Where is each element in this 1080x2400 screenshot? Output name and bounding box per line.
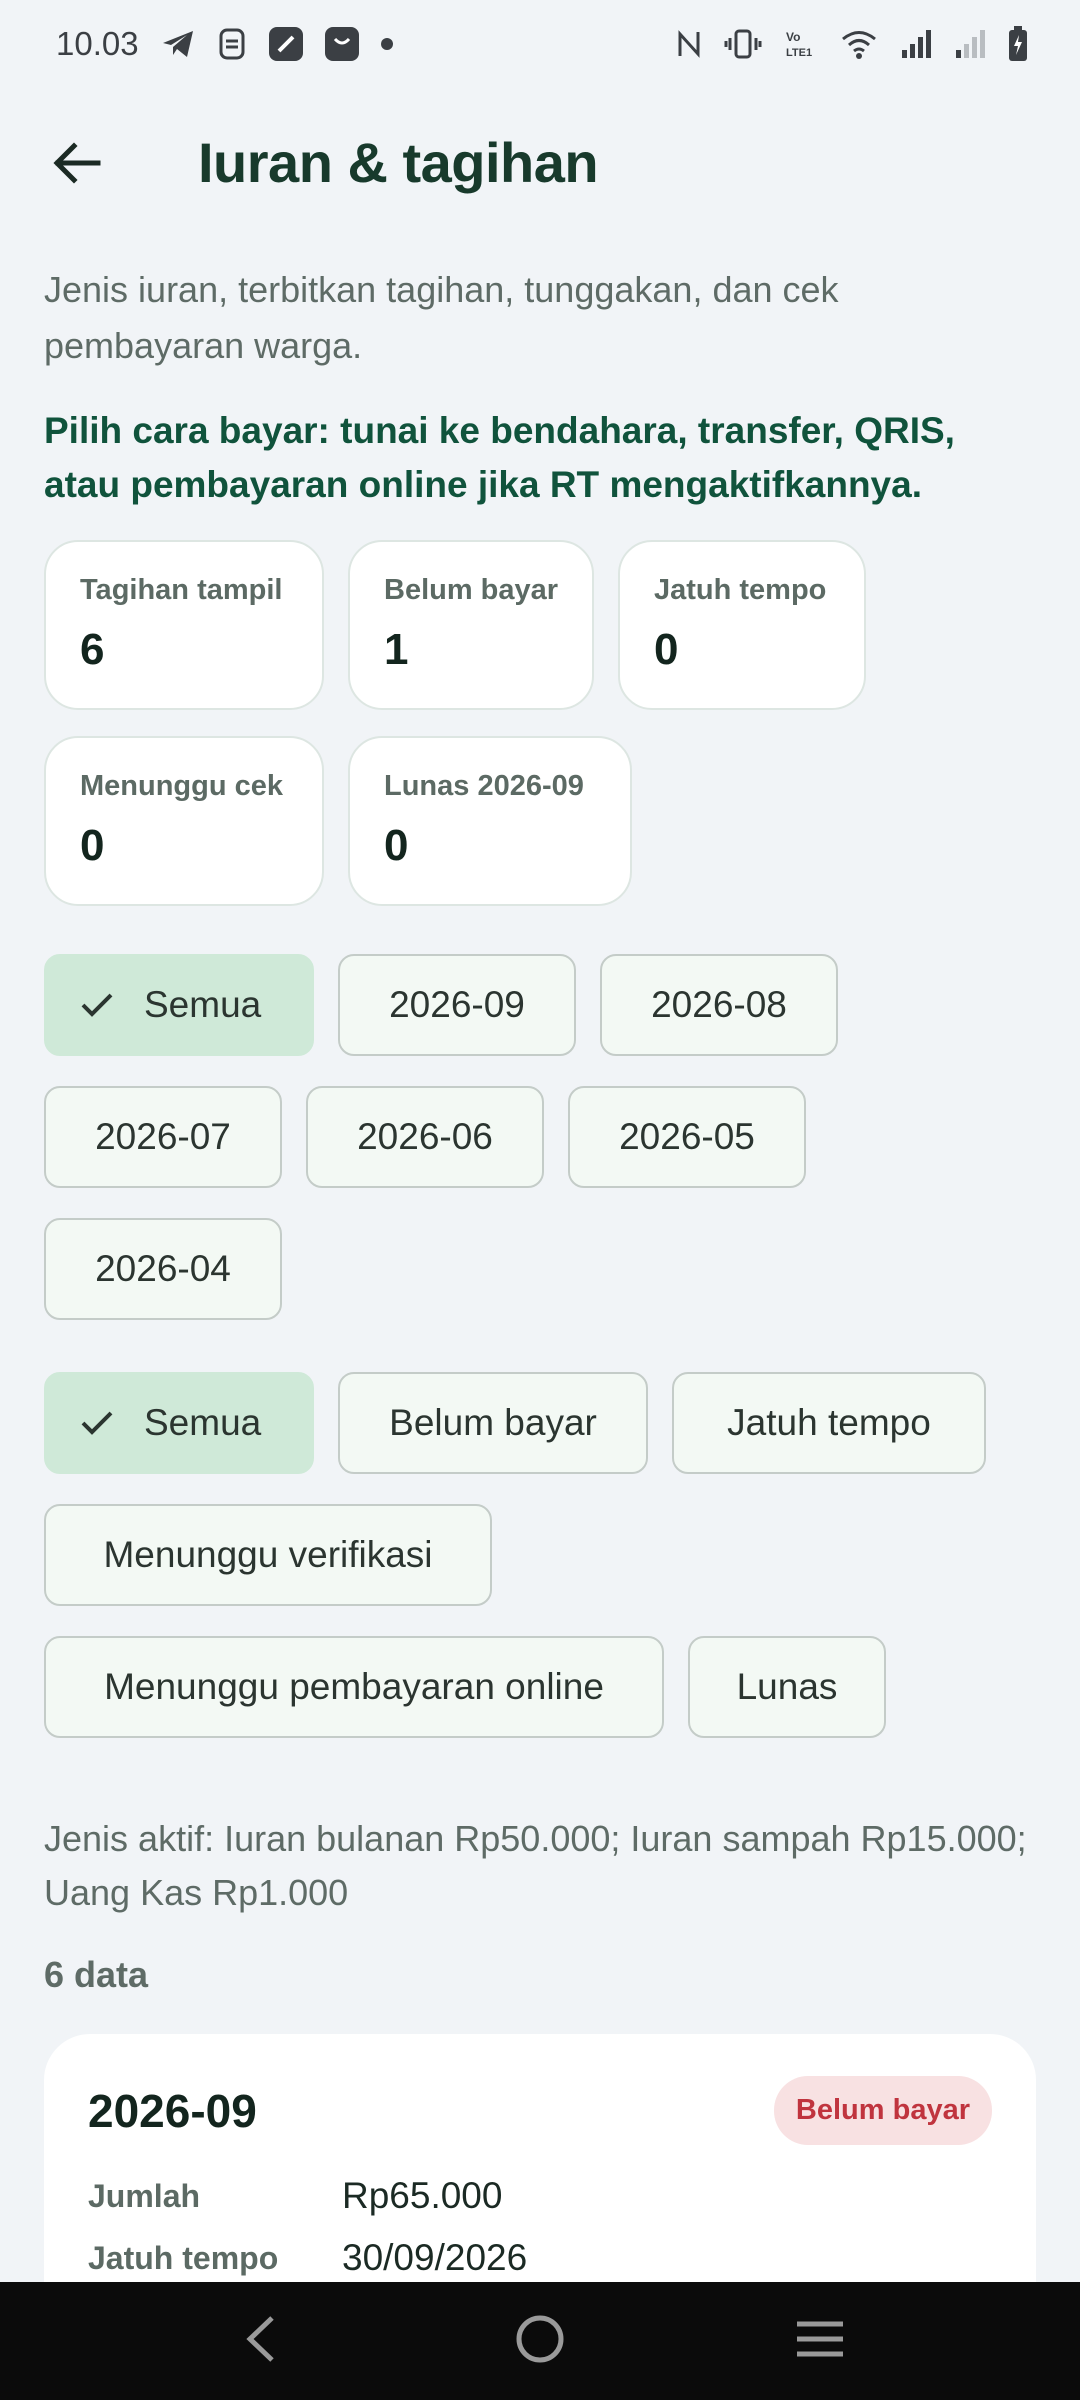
system-nav-bar — [0, 2282, 1080, 2400]
chip-label: 2026-04 — [95, 1248, 231, 1289]
battery-icon — [1008, 26, 1028, 62]
telegram-icon — [161, 29, 195, 59]
chip-label: 2026-07 — [95, 1116, 231, 1157]
bill-period: 2026-09 — [88, 2084, 257, 2137]
bill-header: 2026-09 Belum bayar — [88, 2076, 992, 2145]
main-content: Jenis iuran, terbitkan tagihan, tunggaka… — [44, 262, 1036, 2334]
nav-back-button[interactable] — [210, 2301, 310, 2381]
chip-label: Jatuh tempo — [727, 1402, 931, 1443]
chip-label: 2026-06 — [357, 1116, 493, 1157]
bill-amount-value: Rp65.000 — [342, 2175, 503, 2216]
signal-icon — [900, 28, 932, 60]
chip-label: Menunggu verifikasi — [103, 1534, 433, 1575]
chip-period-semua[interactable]: Semua — [44, 954, 314, 1056]
stat-card-tagihan-tampil: Tagihan tampil 6 — [44, 540, 324, 710]
chip-label: 2026-09 — [389, 984, 525, 1025]
chip-label: Lunas — [736, 1666, 838, 1707]
nav-home-icon — [514, 2313, 566, 2370]
shop-icon — [324, 27, 359, 61]
chip-status-menunggu-verifikasi[interactable]: Menunggu verifikasi — [44, 1504, 492, 1606]
stat-label: Lunas 2026-09 — [384, 770, 584, 802]
app-icon — [217, 27, 247, 61]
app-icon — [268, 27, 303, 61]
status-badge: Belum bayar — [773, 2076, 992, 2145]
dot-icon — [380, 38, 393, 50]
volte-icon: Vo LTE1 — [784, 28, 818, 60]
screen: 10.03 Vo LTE1 Iuran & tagihan Jenis iura… — [0, 0, 1080, 2400]
nav-recents-button[interactable] — [770, 2301, 870, 2381]
signal-weak-icon — [954, 28, 986, 60]
svg-text:Vo: Vo — [786, 30, 800, 44]
check-icon — [80, 1409, 114, 1437]
chip-period-2026-08[interactable]: 2026-08 — [600, 954, 838, 1056]
chip-label: 2026-08 — [651, 984, 787, 1025]
chip-period-2026-05[interactable]: 2026-05 — [568, 1086, 806, 1188]
stat-value: 0 — [80, 821, 105, 870]
chip-label: Belum bayar — [389, 1402, 597, 1443]
active-types-text: Jenis aktif: Iuran bulanan Rp50.000; Iur… — [44, 1818, 1027, 1913]
period-filter-chips: Semua 2026-09 2026-08 2026-07 2026-06 20… — [44, 954, 1036, 1320]
status-filter-chips: Semua Belum bayar Jatuh tempo Menunggu v… — [44, 1372, 1036, 1738]
nav-menu-icon — [795, 2319, 845, 2364]
wifi-icon — [840, 28, 878, 60]
svg-text:LTE1: LTE1 — [786, 47, 812, 59]
stat-card-belum-bayar: Belum bayar 1 — [348, 540, 594, 710]
chip-label: Menunggu pembayaran online — [104, 1666, 604, 1707]
nav-back-icon — [242, 2314, 278, 2369]
chip-period-2026-06[interactable]: 2026-06 — [306, 1086, 544, 1188]
bill-amount-row: Jumlah Rp65.000 — [88, 2175, 992, 2217]
page-description: Jenis iuran, terbitkan tagihan, tunggaka… — [44, 269, 839, 366]
chip-label: Semua — [144, 984, 262, 1025]
stat-card-jatuh-tempo: Jatuh tempo 0 — [618, 540, 866, 710]
bill-amount-label: Jumlah — [88, 2177, 201, 2214]
chip-label: 2026-05 — [619, 1116, 755, 1157]
stat-value: 6 — [80, 625, 105, 674]
arrow-left-icon — [52, 141, 102, 190]
bill-due-label: Jatuh tempo — [88, 2239, 279, 2276]
chip-status-semua[interactable]: Semua — [44, 1372, 314, 1474]
stat-label: Menunggu cek — [80, 770, 284, 802]
check-icon — [80, 991, 114, 1019]
stats-grid: Tagihan tampil 6 Belum bayar 1 Jatuh tem… — [44, 540, 1036, 906]
status-time: 10.03 — [56, 25, 139, 62]
nav-home-button[interactable] — [490, 2301, 590, 2381]
chip-status-menunggu-pembayaran-online[interactable]: Menunggu pembayaran online — [44, 1636, 664, 1738]
chip-period-2026-09[interactable]: 2026-09 — [338, 954, 576, 1056]
app-bar: Iuran & tagihan — [0, 110, 1080, 220]
stat-value: 1 — [384, 625, 409, 674]
bill-due-value: 30/09/2026 — [342, 2237, 528, 2278]
payment-hint: Pilih cara bayar: tunai ke bendahara, tr… — [44, 410, 955, 505]
page-title: Iuran & tagihan — [198, 131, 599, 194]
stat-label: Tagihan tampil — [80, 574, 283, 606]
stat-card-menunggu-cek: Menunggu cek 0 — [44, 736, 324, 906]
chip-period-2026-04[interactable]: 2026-04 — [44, 1218, 282, 1320]
chip-status-lunas[interactable]: Lunas — [688, 1636, 886, 1738]
status-left: 10.03 — [56, 25, 393, 63]
stat-value: 0 — [654, 625, 679, 674]
chip-status-belum-bayar[interactable]: Belum bayar — [338, 1372, 648, 1474]
chip-label: Semua — [144, 1402, 262, 1443]
stat-label: Belum bayar — [384, 574, 559, 606]
back-button[interactable] — [40, 128, 114, 202]
status-right: Vo LTE1 — [676, 26, 1028, 62]
data-count: 6 data — [44, 1954, 149, 1995]
bill-due-row: Jatuh tempo 30/09/2026 — [88, 2237, 992, 2279]
status-bar: 10.03 Vo LTE1 — [0, 0, 1080, 88]
stat-card-lunas: Lunas 2026-09 0 — [348, 736, 632, 906]
chip-period-2026-07[interactable]: 2026-07 — [44, 1086, 282, 1188]
stat-value: 0 — [384, 821, 409, 870]
chip-status-jatuh-tempo[interactable]: Jatuh tempo — [672, 1372, 986, 1474]
stat-label: Jatuh tempo — [654, 574, 827, 606]
vibrate-icon — [724, 28, 762, 60]
nfc-icon — [676, 28, 702, 60]
